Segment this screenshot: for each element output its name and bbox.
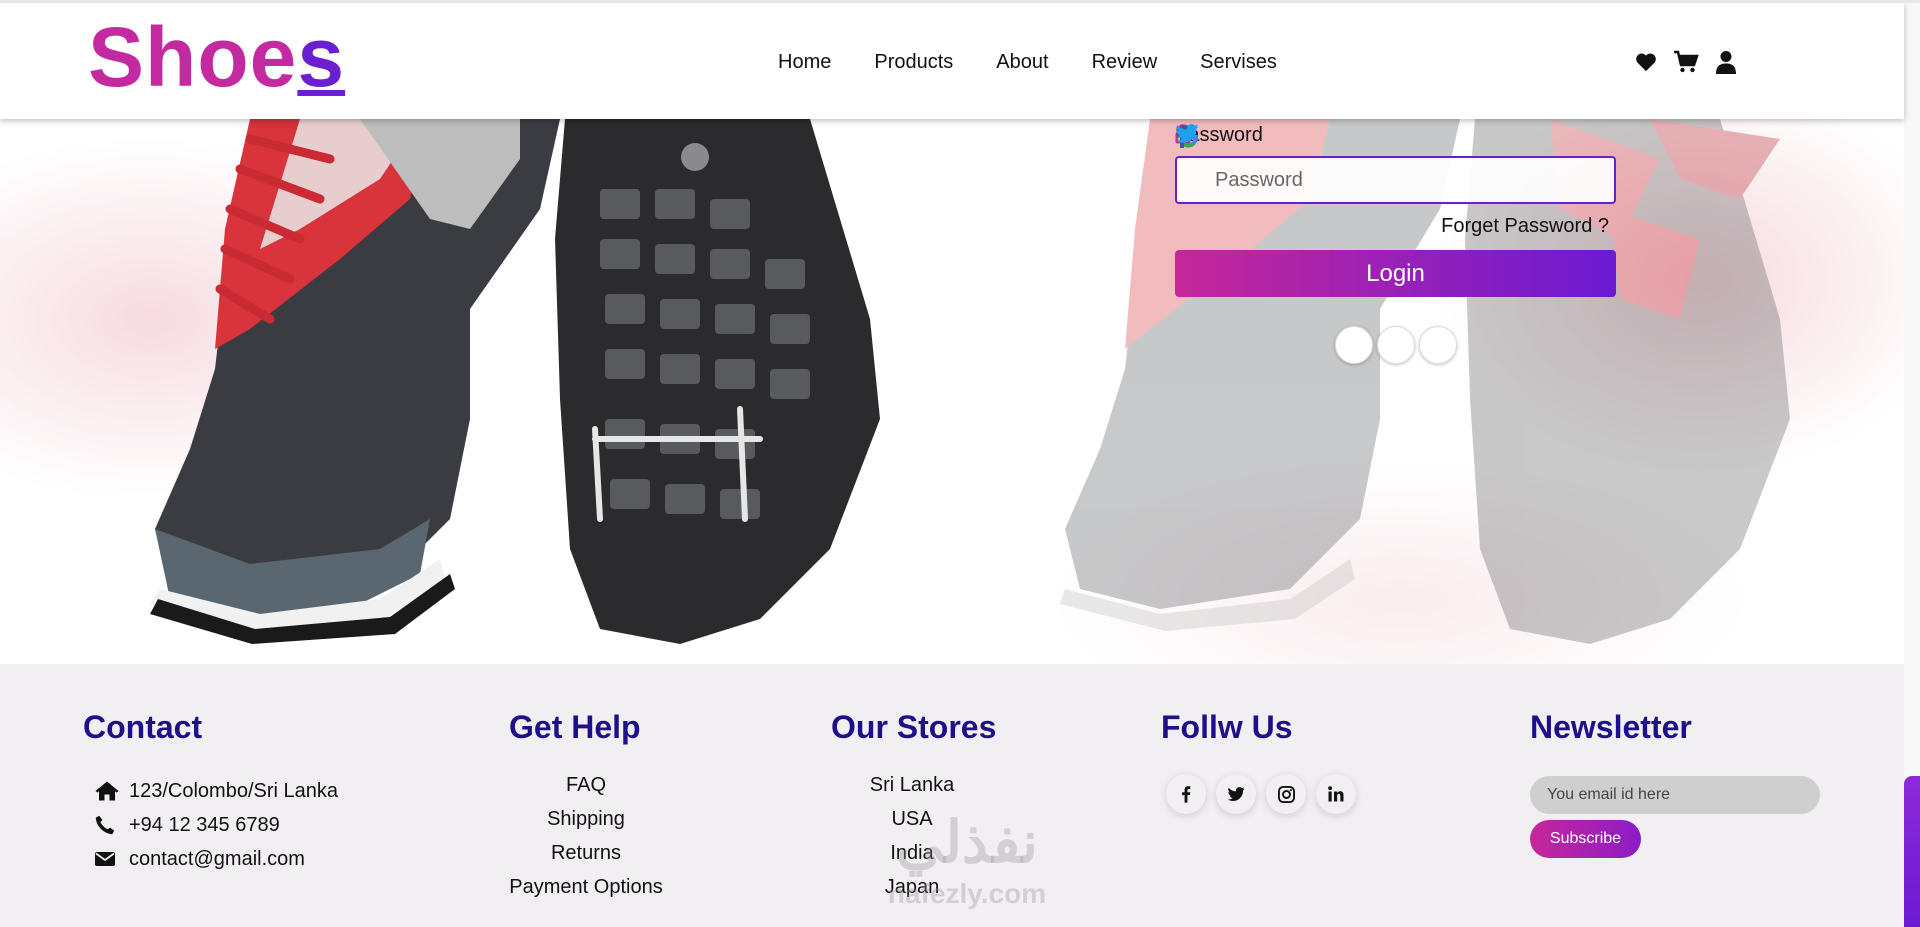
- get-help-title: Get Help: [509, 709, 641, 745]
- newsletter-email-input[interactable]: [1530, 776, 1820, 814]
- home-icon: [95, 781, 129, 801]
- contact-title: Contact: [83, 709, 203, 745]
- password-field[interactable]: [1175, 124, 1616, 204]
- our-stores-title: Our Stores: [831, 709, 997, 745]
- help-link-payment-options[interactable]: Payment Options: [509, 876, 663, 910]
- social-login-group: [1175, 124, 1616, 364]
- twitter-icon[interactable]: [1175, 124, 1457, 364]
- site-header: Shoes Home Products About Review Servise…: [0, 3, 1904, 119]
- heart-icon[interactable]: [1633, 49, 1659, 75]
- contact-address: 123/Colombo/Sri Lanka: [95, 774, 338, 808]
- password-label: Password: [1175, 124, 1263, 146]
- password-input[interactable]: [1215, 168, 1575, 192]
- store-sri-lanka[interactable]: Sri Lanka: [831, 774, 993, 808]
- store-india[interactable]: India: [831, 842, 993, 876]
- facebook-icon[interactable]: [1166, 774, 1206, 814]
- contact-phone-text: +94 12 345 6789: [129, 813, 280, 836]
- logo-last-letter: s: [297, 10, 346, 104]
- hero-section: Password Forget Password ? Login: [0, 119, 1904, 664]
- forget-password-link[interactable]: Forget Password ?: [1175, 215, 1609, 238]
- main-nav: Home Products About Review Servises: [778, 51, 1320, 74]
- our-stores-list: Sri Lanka USA India Japan: [831, 774, 993, 910]
- newsletter-title: Newsletter: [1530, 709, 1692, 745]
- subscribe-button[interactable]: Subscribe: [1530, 820, 1641, 858]
- facebook-icon[interactable]: [1176, 125, 1415, 364]
- site-logo[interactable]: Shoes: [88, 15, 345, 99]
- hero-shoes-image: [150, 119, 1790, 644]
- follow-us-icons: [1166, 774, 1356, 814]
- site-footer: Contact 123/Colombo/Sri Lanka +94 12 345…: [0, 664, 1904, 927]
- contact-email: contact@gmail.com: [95, 842, 338, 876]
- window-top-edge: [0, 0, 1920, 3]
- nav-home[interactable]: Home: [778, 51, 831, 74]
- contact-email-text: contact@gmail.com: [129, 847, 305, 870]
- instagram-icon[interactable]: [1266, 774, 1306, 814]
- google-icon[interactable]: [1177, 126, 1373, 364]
- help-link-returns[interactable]: Returns: [509, 842, 663, 876]
- help-link-shipping[interactable]: Shipping: [509, 808, 663, 842]
- phone-icon: [95, 815, 129, 835]
- help-link-faq[interactable]: FAQ: [509, 774, 663, 808]
- store-usa[interactable]: USA: [831, 808, 993, 842]
- linkedin-icon[interactable]: [1316, 774, 1356, 814]
- store-japan[interactable]: Japan: [831, 876, 993, 910]
- cart-icon[interactable]: [1673, 49, 1699, 75]
- nav-services[interactable]: Servises: [1200, 51, 1277, 74]
- login-form: Password Forget Password ? Login: [1175, 124, 1616, 364]
- get-help-list: FAQ Shipping Returns Payment Options: [509, 774, 663, 910]
- left-shoe-illustration: [150, 119, 880, 644]
- contact-address-text: 123/Colombo/Sri Lanka: [129, 779, 339, 802]
- logo-main-text: Shoe: [88, 10, 298, 104]
- contact-list: 123/Colombo/Sri Lanka +94 12 345 6789 co…: [95, 774, 338, 876]
- page-scrollbar-thumb[interactable]: [1904, 776, 1920, 927]
- follow-us-title: Follw Us: [1161, 709, 1293, 745]
- login-button[interactable]: Login: [1175, 250, 1616, 297]
- nav-review[interactable]: Review: [1092, 51, 1158, 74]
- user-icon[interactable]: [1713, 49, 1739, 75]
- contact-phone: +94 12 345 6789: [95, 808, 338, 842]
- envelope-icon: [95, 851, 129, 867]
- twitter-icon[interactable]: [1216, 774, 1256, 814]
- nav-products[interactable]: Products: [874, 51, 953, 74]
- header-icon-group: [1633, 49, 1739, 75]
- nav-about[interactable]: About: [996, 51, 1048, 74]
